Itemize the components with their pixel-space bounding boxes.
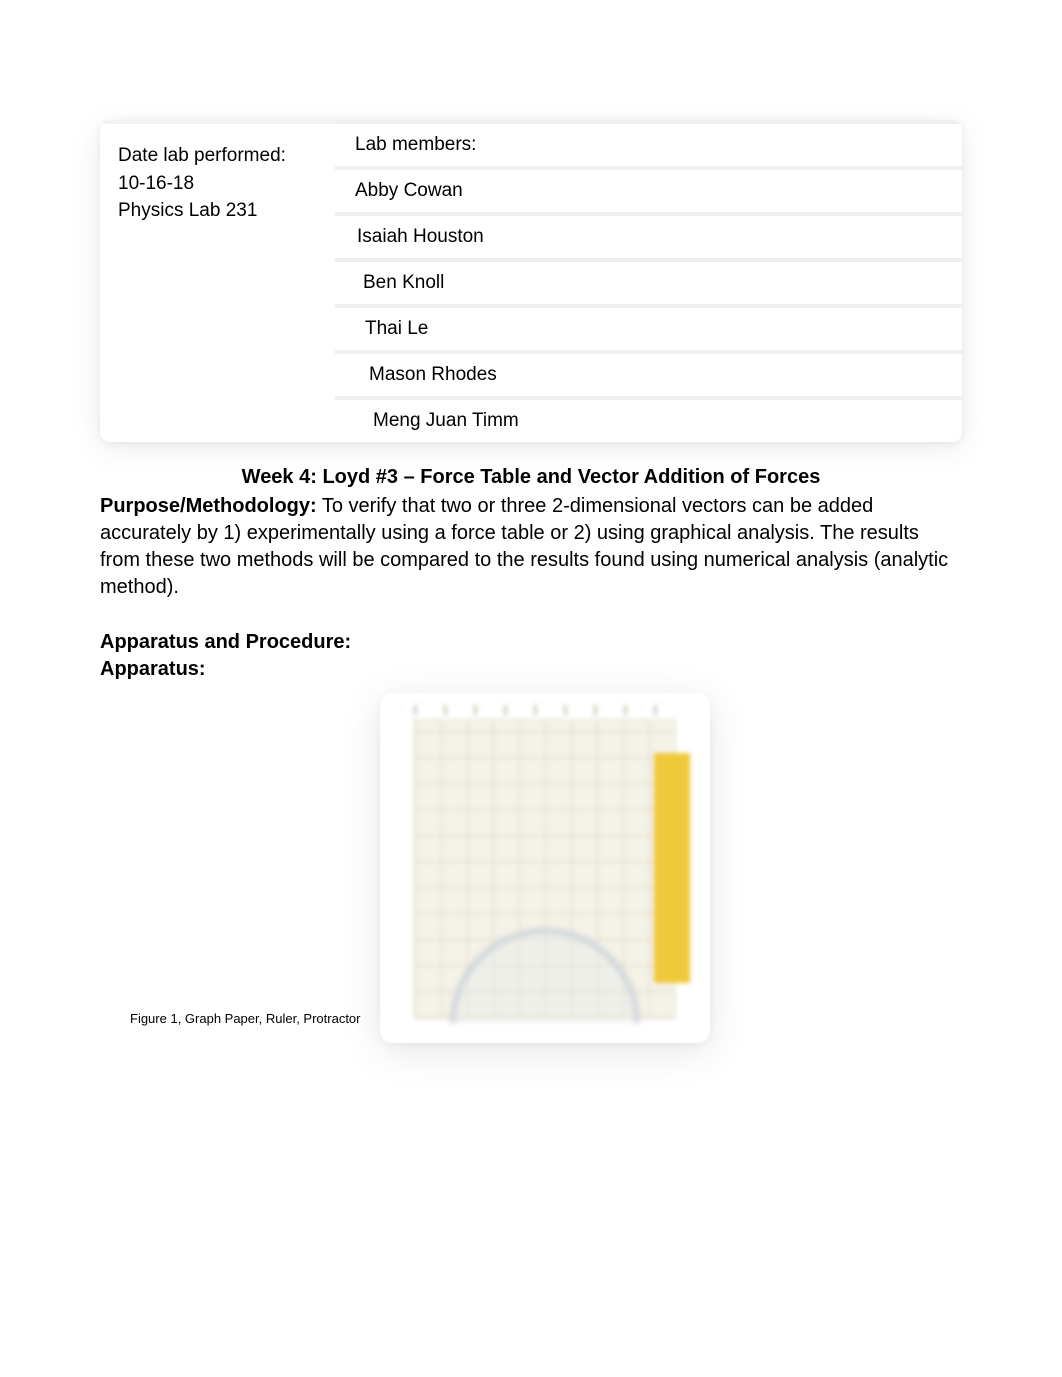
purpose-paragraph: Purpose/Methodology: To verify that two … bbox=[100, 493, 962, 601]
apparatus-line1: Apparatus and Procedure: bbox=[100, 629, 962, 656]
course-name: Physics Lab 231 bbox=[118, 197, 321, 225]
date-performed-label: Date lab performed: bbox=[118, 142, 321, 170]
document-page: Date lab performed: 10-16-18 Physics Lab… bbox=[0, 0, 1062, 1377]
member-row: Mason Rhodes bbox=[335, 350, 962, 396]
member-row: Isaiah Houston bbox=[335, 212, 962, 258]
apparatus-image bbox=[380, 693, 710, 1043]
date-performed-value: 10-16-18 bbox=[118, 170, 321, 198]
figure-area: Figure 1, Graph Paper, Ruler, Protractor bbox=[100, 693, 962, 1073]
ruler-icon bbox=[654, 753, 690, 983]
apparatus-heading: Apparatus and Procedure: Apparatus: bbox=[100, 629, 962, 683]
info-box: Date lab performed: 10-16-18 Physics Lab… bbox=[100, 120, 962, 442]
purpose-label: Purpose/Methodology: bbox=[100, 495, 317, 517]
member-row: Ben Knoll bbox=[335, 258, 962, 304]
info-left-cell: Date lab performed: 10-16-18 Physics Lab… bbox=[100, 120, 335, 442]
figure-caption: Figure 1, Graph Paper, Ruler, Protractor bbox=[130, 1011, 361, 1026]
member-row: Thai Le bbox=[335, 304, 962, 350]
member-row: Meng Juan Timm bbox=[335, 396, 962, 442]
document-title: Week 4: Loyd #3 – Force Table and Vector… bbox=[100, 466, 962, 489]
lab-members-label: Lab members: bbox=[335, 120, 962, 166]
info-right-cell: Lab members: Abby Cowan Isaiah Houston B… bbox=[335, 120, 962, 442]
apparatus-line2: Apparatus: bbox=[100, 656, 962, 683]
member-row: Abby Cowan bbox=[335, 166, 962, 212]
ruler-ticks-icon bbox=[414, 705, 676, 715]
